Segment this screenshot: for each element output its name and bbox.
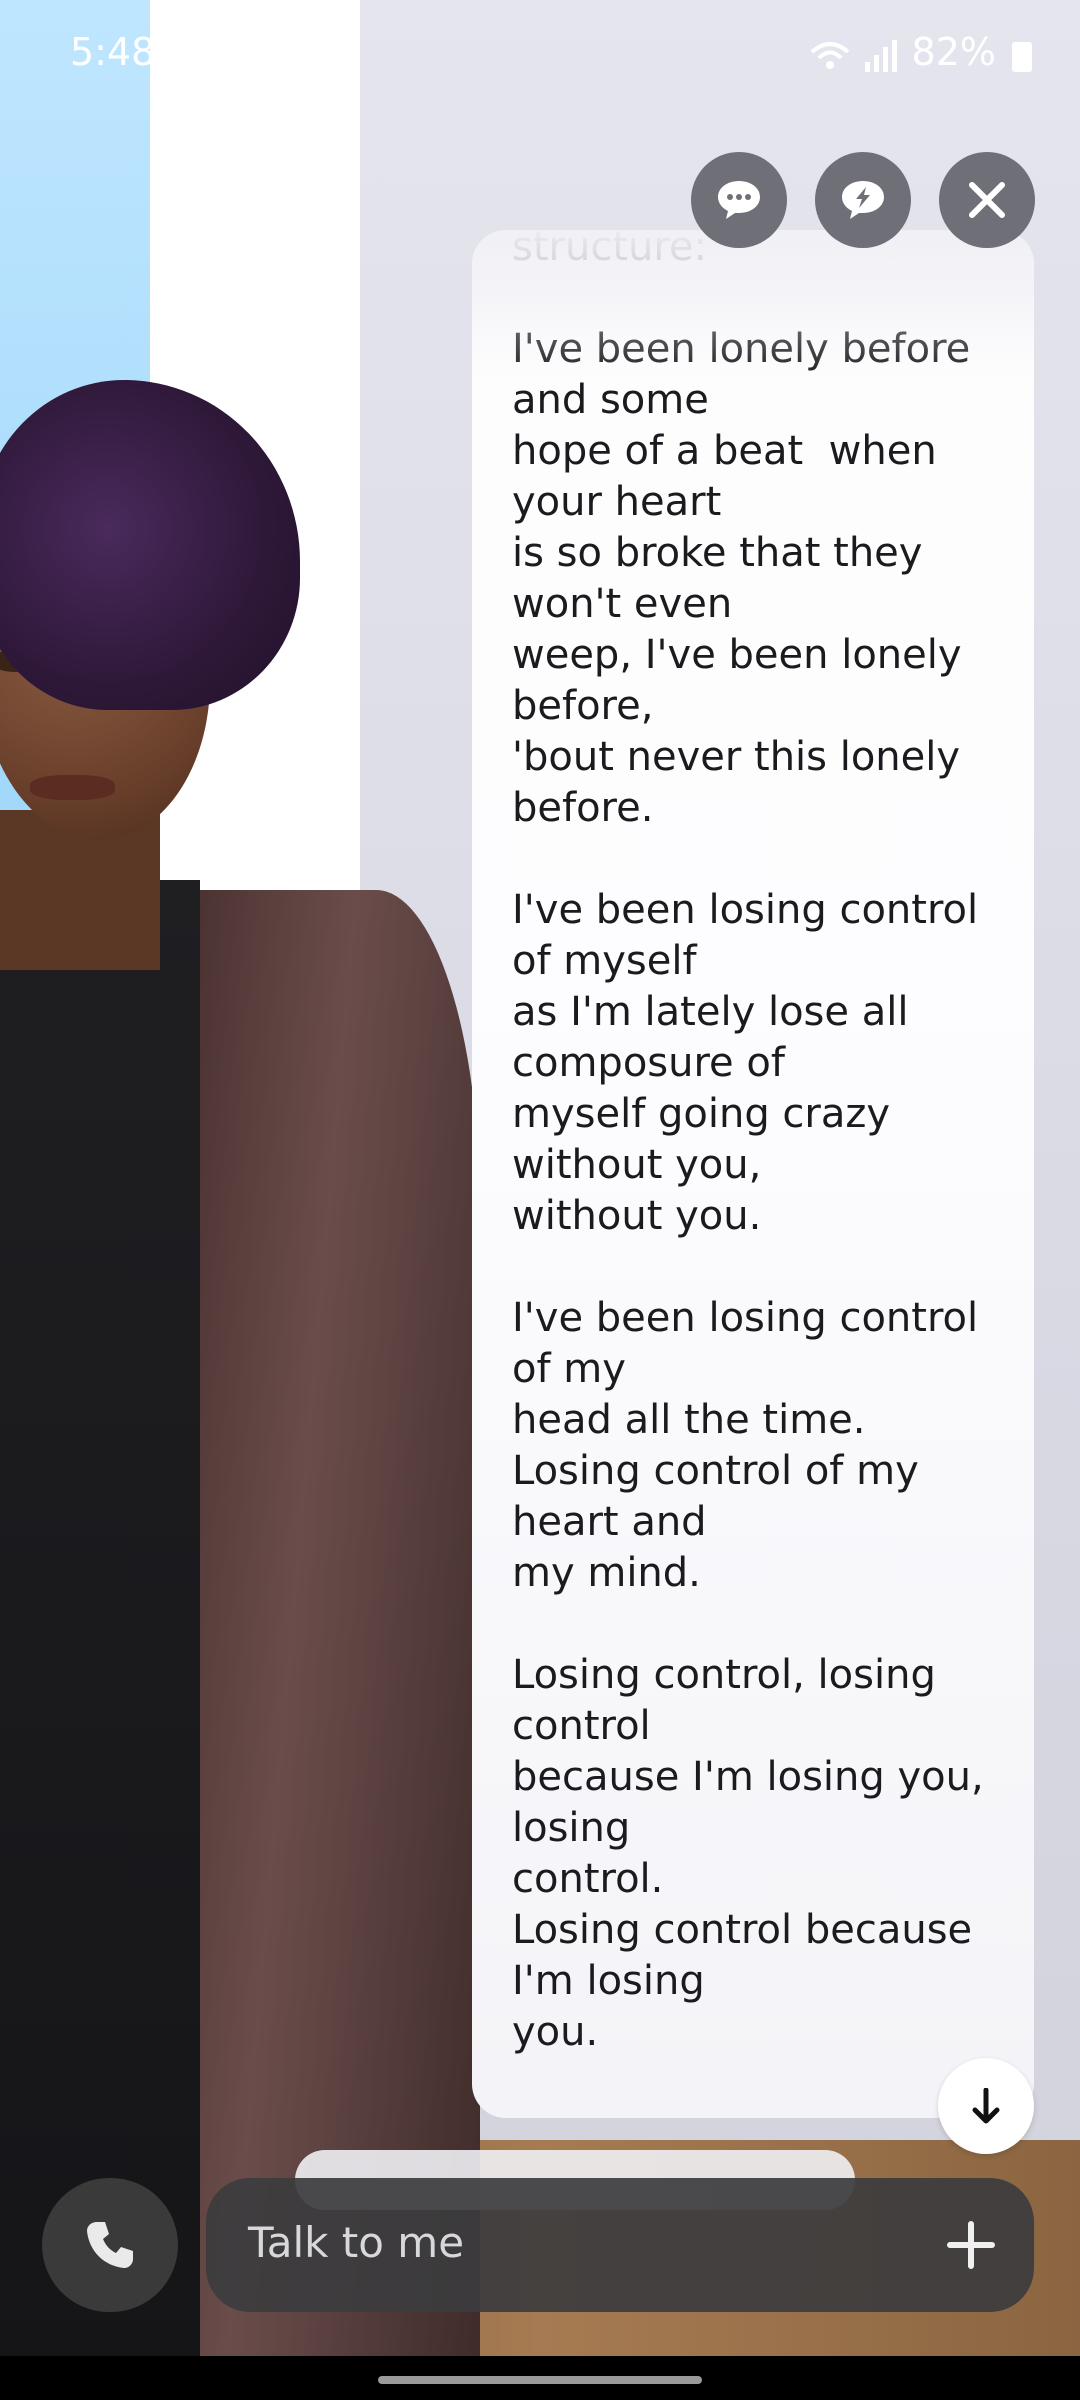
- status-bar: 5:48 82%: [0, 0, 1080, 110]
- message-body: I've been lonely before and some hope of…: [512, 326, 984, 2055]
- close-icon: [969, 182, 1005, 218]
- quick-reply-button[interactable]: [815, 152, 911, 248]
- scroll-down-button[interactable]: [938, 2058, 1034, 2154]
- add-button[interactable]: [936, 2210, 1006, 2280]
- close-button[interactable]: [939, 152, 1035, 248]
- avatar-character: [0, 380, 520, 2400]
- message-card[interactable]: structure: I've been lonely before and s…: [472, 230, 1034, 2118]
- message-text: structure: I've been lonely before and s…: [512, 230, 1012, 2058]
- avatar-hair: [0, 380, 300, 710]
- status-time: 5:48: [70, 30, 156, 74]
- chat-bubble-icon: [718, 181, 760, 219]
- message-input[interactable]: Talk to me: [206, 2178, 1034, 2312]
- lightning-bubble-icon: [842, 181, 884, 219]
- plus-icon: [947, 2221, 995, 2269]
- arrow-down-icon: [972, 2088, 1000, 2124]
- battery-percentage: 82%: [911, 30, 996, 74]
- message-partial-heading: structure:: [512, 230, 707, 270]
- avatar-shirt: [0, 880, 200, 2380]
- phone-icon: [87, 2222, 133, 2268]
- battery-icon: [1012, 42, 1032, 72]
- input-placeholder: Talk to me: [248, 2218, 465, 2267]
- notification-dot-icon: [315, 50, 325, 60]
- home-indicator[interactable]: [378, 2376, 702, 2384]
- avatar-lips: [30, 775, 115, 800]
- wifi-signal-icon: [810, 40, 897, 72]
- call-button[interactable]: [42, 2178, 178, 2312]
- chat-button[interactable]: [691, 152, 787, 248]
